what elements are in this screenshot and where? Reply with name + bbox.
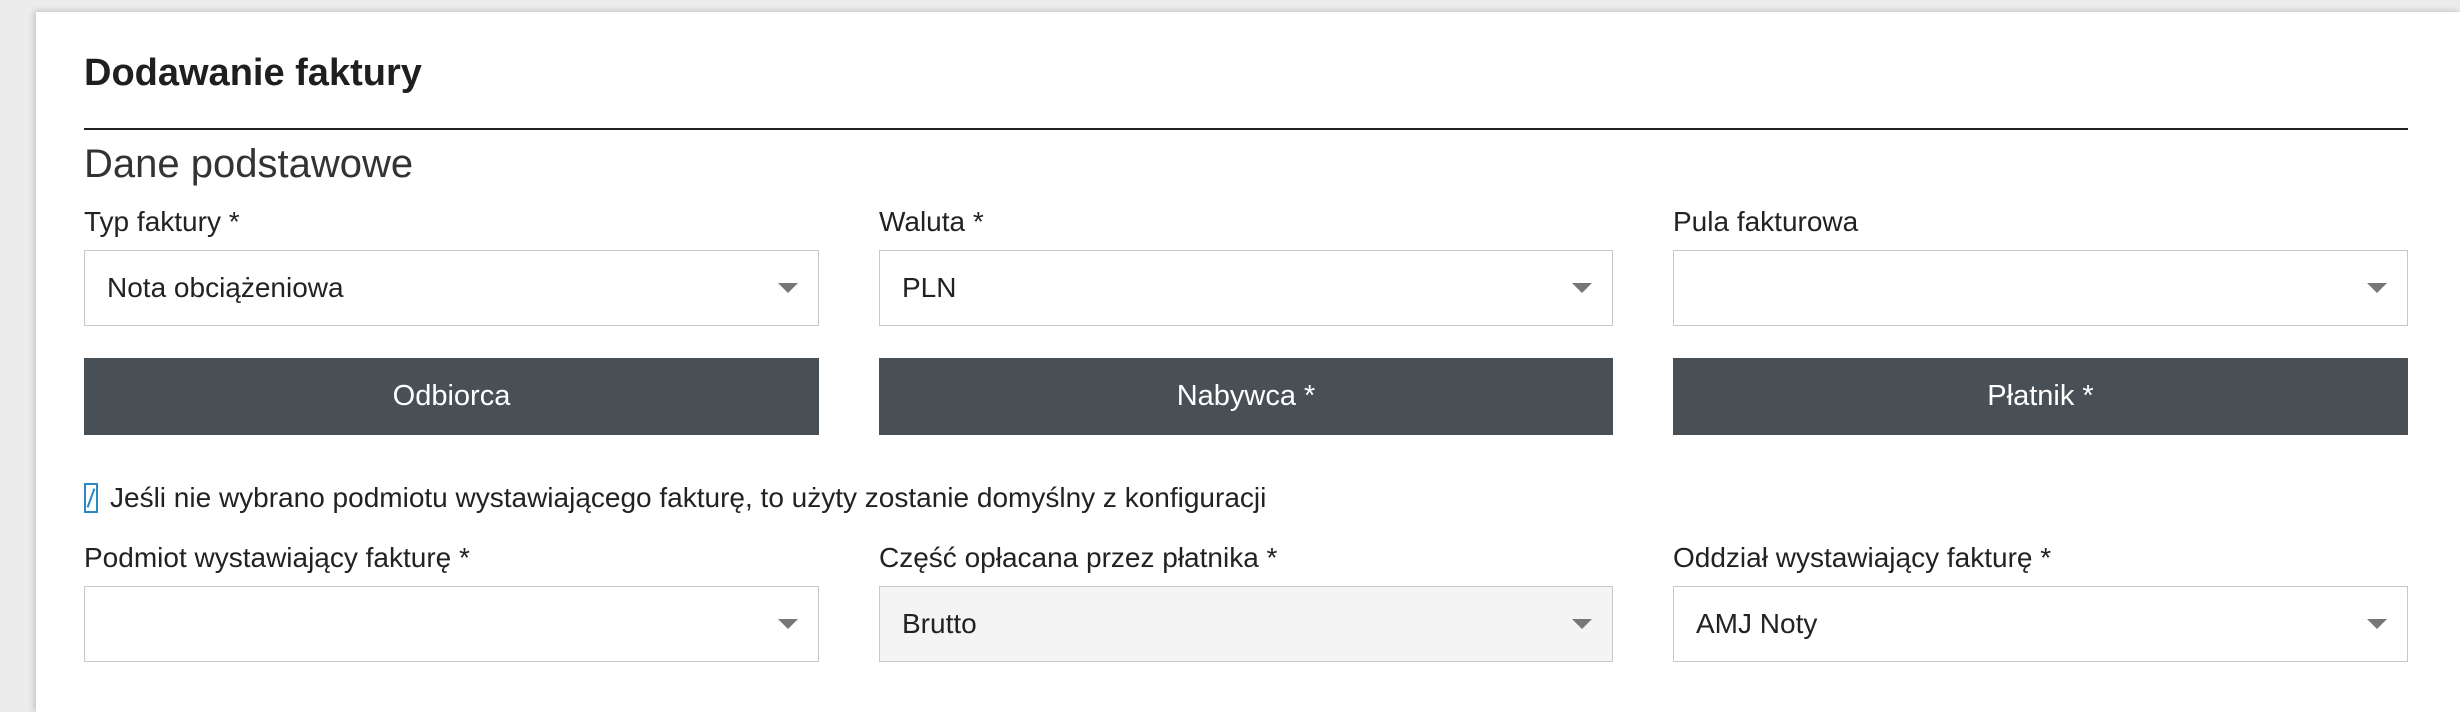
info-icon bbox=[84, 483, 98, 513]
issuing-branch-select[interactable]: AMJ Noty bbox=[1673, 586, 2408, 662]
chevron-down-icon bbox=[1572, 619, 1592, 629]
chevron-down-icon bbox=[1572, 283, 1592, 293]
invoice-type-label: Typ faktury * bbox=[84, 206, 240, 237]
invoice-form-panel: Dodawanie faktury Dane podstawowe Typ fa… bbox=[36, 12, 2460, 712]
chevron-down-icon bbox=[778, 283, 798, 293]
invoice-pool-label: Pula fakturowa bbox=[1673, 206, 1859, 237]
invoice-type-value: Nota obciążeniowa bbox=[107, 272, 344, 303]
title-divider bbox=[84, 128, 2408, 130]
payer-portion-value: Brutto bbox=[902, 608, 977, 639]
currency-label: Waluta * bbox=[879, 206, 984, 237]
payer-button[interactable]: Płatnik * bbox=[1673, 358, 2408, 435]
issuing-branch-label: Oddział wystawiający fakturę * bbox=[1673, 542, 2052, 573]
issuing-entity-label: Podmiot wystawiający fakturę * bbox=[84, 542, 470, 573]
invoice-pool-select[interactable] bbox=[1673, 250, 2408, 326]
invoice-type-select[interactable]: Nota obciążeniowa bbox=[84, 250, 819, 326]
chevron-down-icon bbox=[2367, 283, 2387, 293]
info-text: Jeśli nie wybrano podmiotu wystawiająceg… bbox=[110, 482, 1267, 513]
page-title: Dodawanie faktury bbox=[84, 52, 422, 94]
section-title: Dane podstawowe bbox=[84, 142, 414, 186]
issuing-branch-value: AMJ Noty bbox=[1696, 608, 1818, 639]
buyer-button[interactable]: Nabywca * bbox=[879, 358, 1613, 435]
info-message: Jeśli nie wybrano podmiotu wystawiająceg… bbox=[84, 482, 1266, 514]
payer-portion-select[interactable]: Brutto bbox=[879, 586, 1613, 662]
currency-value: PLN bbox=[902, 272, 957, 303]
issuing-entity-select[interactable] bbox=[84, 586, 819, 662]
chevron-down-icon bbox=[2367, 619, 2387, 629]
payer-portion-label: Część opłacana przez płatnika * bbox=[879, 542, 1278, 573]
currency-select[interactable]: PLN bbox=[879, 250, 1613, 326]
chevron-down-icon bbox=[778, 619, 798, 629]
recipient-button[interactable]: Odbiorca bbox=[84, 358, 819, 435]
